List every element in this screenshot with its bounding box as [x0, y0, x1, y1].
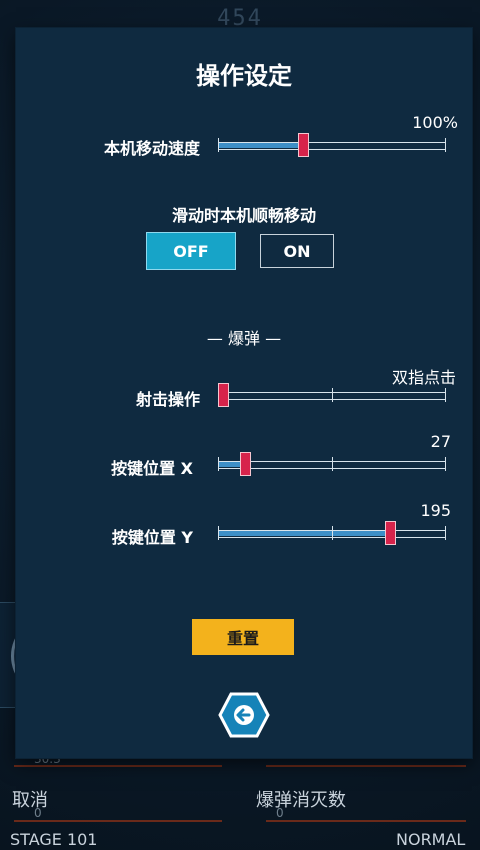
speed-slider-fill [218, 143, 304, 148]
speed-slider-thumb[interactable] [298, 133, 309, 157]
stage-label: STAGE 101 [10, 830, 98, 849]
bg-divider [266, 765, 466, 767]
bg-divider [14, 765, 222, 767]
bomb-section-header: — 爆弹 — [206, 329, 282, 348]
pos-y-value: 195 [420, 501, 451, 520]
reset-button[interactable]: 重置 [192, 619, 294, 655]
pos-y-label: 按键位置 Y [111, 528, 193, 547]
speed-label: 本机移动速度 [103, 139, 200, 158]
speed-value: 100% [412, 113, 458, 132]
bg-value-2: 0 [34, 806, 42, 820]
bg-cancel-label: 取消 [12, 790, 48, 811]
bg-bomb-kills-label: 爆弹消灭数 [256, 790, 346, 811]
smooth-on-button[interactable]: ON [260, 234, 334, 268]
pos-y-slider-thumb[interactable] [385, 521, 396, 545]
pos-y-slider[interactable] [218, 521, 446, 545]
pos-x-slider-thumb[interactable] [240, 452, 251, 476]
pos-x-value: 27 [430, 432, 451, 451]
panel-title: 操作设定 [196, 62, 292, 90]
bg-divider [266, 820, 466, 822]
fire-slider[interactable] [218, 383, 446, 407]
smooth-off-button[interactable]: OFF [146, 232, 236, 270]
fire-slider-thumb[interactable] [218, 383, 229, 407]
back-button[interactable] [218, 692, 270, 738]
bg-value-3: 0 [276, 806, 284, 820]
fire-label: 射击操作 [135, 390, 200, 409]
pos-y-slider-fill [218, 531, 391, 536]
speed-slider[interactable] [218, 133, 446, 157]
pos-x-slider[interactable] [218, 452, 446, 476]
difficulty-label: NORMAL [396, 830, 466, 849]
back-arrow-icon [218, 692, 270, 738]
fire-value: 双指点击 [391, 368, 456, 387]
smooth-move-label: 滑动时本机顺畅移动 [171, 206, 316, 225]
pos-x-label: 按键位置 X [111, 459, 193, 478]
bg-divider [14, 820, 222, 822]
